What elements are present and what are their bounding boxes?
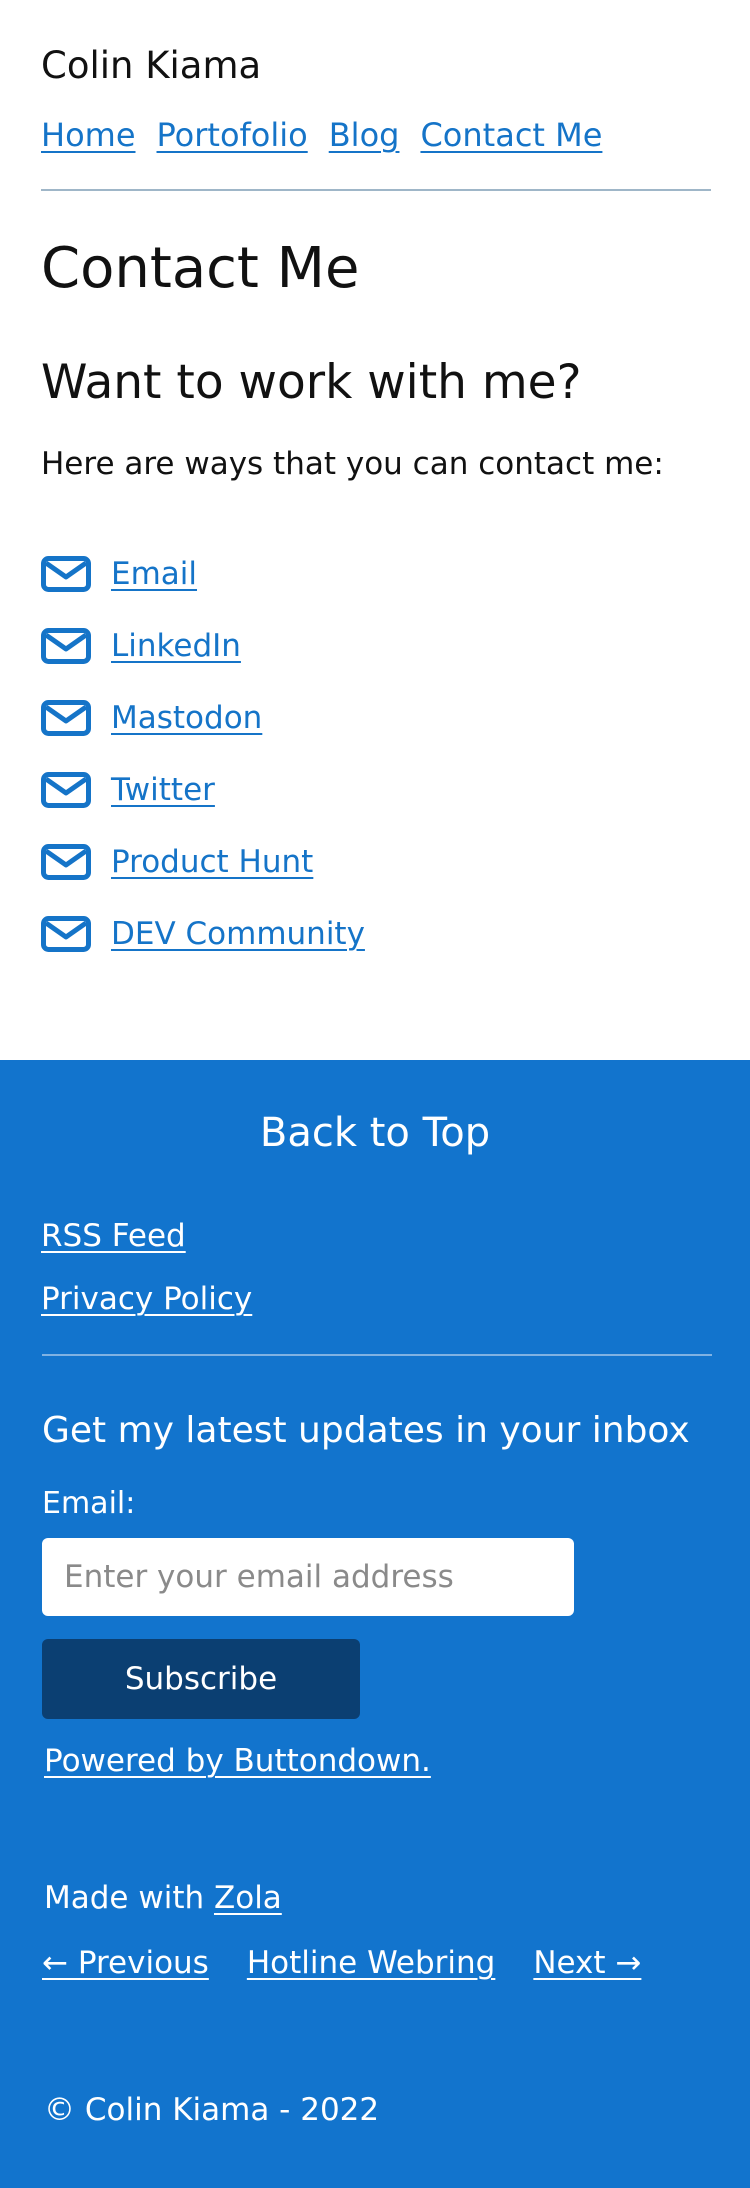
subscribe-button[interactable]: Subscribe <box>42 1639 360 1719</box>
contact-link-email[interactable]: Email <box>111 556 197 592</box>
header-divider <box>41 189 711 191</box>
page: Colin Kiama Home Portofolio Blog Contact Me… <box>0 0 750 2188</box>
contact-link-producthunt[interactable]: Product Hunt <box>111 844 313 880</box>
envelope-icon <box>41 628 91 664</box>
intro-text: Here are ways that you can contact me: <box>41 446 664 482</box>
nav-home[interactable]: Home <box>41 116 136 154</box>
contact-item-twitter: Twitter <box>41 754 365 826</box>
contact-item-dev: DEV Community <box>41 898 365 970</box>
webring-next-link[interactable]: Next → <box>533 1945 641 1981</box>
made-with: Made with Zola <box>44 1880 282 1916</box>
newsletter-title: Get my latest updates in your inbox <box>42 1410 690 1451</box>
footer-divider <box>42 1354 712 1356</box>
page-title: Contact Me <box>41 236 360 301</box>
contact-item-producthunt: Product Hunt <box>41 826 365 898</box>
contact-item-linkedin: LinkedIn <box>41 610 365 682</box>
contact-link-linkedin[interactable]: LinkedIn <box>111 628 241 664</box>
email-input[interactable] <box>42 1538 574 1616</box>
contact-link-twitter[interactable]: Twitter <box>111 772 215 808</box>
contact-list: Email LinkedIn Mastodon Twitter Product … <box>41 538 365 970</box>
site-title: Colin Kiama <box>41 44 262 87</box>
privacy-policy-link[interactable]: Privacy Policy <box>41 1281 252 1317</box>
footer-links: RSS Feed Privacy Policy <box>41 1218 252 1344</box>
contact-item-mastodon: Mastodon <box>41 682 365 754</box>
envelope-icon <box>41 700 91 736</box>
contact-link-dev[interactable]: DEV Community <box>111 916 365 952</box>
nav-blog[interactable]: Blog <box>329 116 400 154</box>
site-footer: Back to Top RSS Feed Privacy Policy Get … <box>0 1060 750 2188</box>
main-nav: Home Portofolio Blog Contact Me <box>41 116 623 154</box>
back-to-top-link[interactable]: Back to Top <box>0 1110 750 1156</box>
envelope-icon <box>41 556 91 592</box>
made-with-text: Made with <box>44 1880 214 1916</box>
nav-contact[interactable]: Contact Me <box>420 116 602 154</box>
envelope-icon <box>41 772 91 808</box>
zola-link[interactable]: Zola <box>214 1880 282 1916</box>
contact-link-mastodon[interactable]: Mastodon <box>111 700 262 736</box>
webring-name-link[interactable]: Hotline Webring <box>247 1945 496 1981</box>
webring-nav: ← Previous Hotline Webring Next → <box>42 1945 679 1981</box>
powered-by-buttondown-link[interactable]: Powered by Buttondown. <box>44 1743 431 1779</box>
contact-item-email: Email <box>41 538 365 610</box>
email-label: Email: <box>42 1486 136 1521</box>
envelope-icon <box>41 844 91 880</box>
copyright: © Colin Kiama - 2022 <box>44 2092 380 2128</box>
webring-previous-link[interactable]: ← Previous <box>42 1945 209 1981</box>
nav-portfolio[interactable]: Portofolio <box>157 116 308 154</box>
rss-feed-link[interactable]: RSS Feed <box>41 1218 252 1254</box>
envelope-icon <box>41 916 91 952</box>
page-subtitle: Want to work with me? <box>41 355 582 410</box>
